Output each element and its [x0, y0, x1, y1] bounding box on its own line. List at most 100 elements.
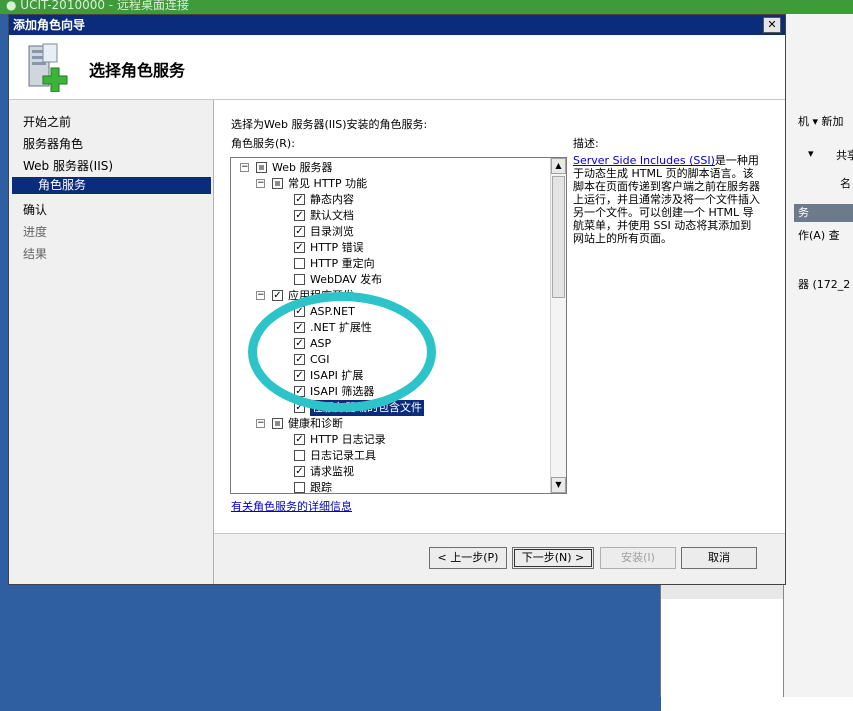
tree-checkbox[interactable] [294, 466, 305, 477]
tree-item-label: CGI [310, 353, 330, 366]
nav-item-before-you-begin[interactable]: 开始之前 [23, 113, 71, 130]
tree-checkbox[interactable] [294, 194, 305, 205]
ssi-link[interactable]: Server Side Includes (SSI) [573, 154, 715, 167]
tree-checkbox[interactable] [294, 338, 305, 349]
tree-row[interactable]: 默认文档 [231, 208, 549, 224]
add-roles-wizard: 添加角色向导 ✕ 选择角色服务 开始之前 服务器角色 Web 服务器(IIS) … [8, 14, 786, 585]
tree-checkbox[interactable] [272, 290, 283, 301]
tree-item-label: 常见 HTTP 功能 [288, 177, 368, 190]
tree-checkbox[interactable] [294, 402, 305, 413]
tree-item-label: 目录浏览 [310, 225, 354, 238]
tree-item-label: 在服务器端的包含文件 [310, 400, 424, 416]
bg-text-4: 名 [840, 177, 851, 190]
tree-checkbox[interactable] [256, 162, 267, 173]
tree-checkbox[interactable] [294, 354, 305, 365]
tree-checkbox[interactable] [294, 210, 305, 221]
tree-item-label: WebDAV 发布 [310, 273, 383, 286]
tree-row[interactable]: ASP [231, 336, 549, 352]
tree-row[interactable]: 请求监视 [231, 464, 549, 480]
scroll-thumb[interactable] [552, 176, 565, 298]
remote-desktop-titlebar: ● UCIT-2010000 - 远程桌面连接 [0, 0, 853, 14]
tree-checkbox[interactable] [294, 450, 305, 461]
tree-expander-icon[interactable]: − [256, 179, 265, 188]
bg-text-3: 共享 [836, 149, 853, 162]
tree-row[interactable]: − 常见 HTTP 功能 [231, 176, 549, 192]
server-roles-icon [28, 43, 68, 92]
tree-checkbox[interactable] [294, 306, 305, 317]
server-manager-side-panel: 机 ▾ 新加 ▾ 共享 名 务 作(A) 查 器 (172_2 [783, 14, 853, 697]
tree-item-label: 静态内容 [310, 193, 354, 206]
wizard-title: 添加角色向导 [13, 18, 86, 32]
tree-checkbox[interactable] [294, 370, 305, 381]
tree-item-label: 请求监视 [310, 465, 354, 478]
tree-row[interactable]: 静态内容 [231, 192, 549, 208]
nav-item-role-services[interactable]: 角色服务 [12, 177, 211, 194]
page-title: 选择角色服务 [89, 61, 186, 80]
nav-item-confirmation[interactable]: 确认 [23, 201, 47, 218]
bg-text-2: ▾ [808, 147, 814, 160]
bg-section-bar: 务 [794, 204, 853, 222]
tree-scrollbar[interactable]: ▲ ▼ [550, 158, 566, 493]
wizard-header: 选择角色服务 [9, 35, 785, 100]
tree-checkbox[interactable] [294, 242, 305, 253]
tree-row[interactable]: − 健康和诊断 [231, 416, 549, 432]
tree-item-label: ASP.NET [310, 305, 355, 318]
back-button[interactable]: < 上一步(P) [429, 547, 507, 569]
instruction-text: 选择为Web 服务器(IIS)安装的角色服务: [231, 118, 428, 131]
tree-row[interactable]: ISAPI 筛选器 [231, 384, 549, 400]
bg-text-6: 器 (172_2 [798, 278, 851, 291]
tree-row[interactable]: − 应用程序开发 [231, 288, 549, 304]
tree-row[interactable]: HTTP 重定向 [231, 256, 549, 272]
tree-checkbox[interactable] [294, 322, 305, 333]
tree-expander-icon[interactable]: − [256, 291, 265, 300]
tree-item-label: HTTP 重定向 [310, 257, 375, 270]
tree-checkbox[interactable] [272, 418, 283, 429]
tree-item-label: 跟踪 [310, 481, 332, 494]
tree-row[interactable]: HTTP 错误 [231, 240, 549, 256]
tree-row[interactable]: .NET 扩展性 [231, 320, 549, 336]
tree-item-label: .NET 扩展性 [310, 321, 372, 334]
tree-row[interactable]: ISAPI 扩展 [231, 368, 549, 384]
next-button[interactable]: 下一步(N) > [512, 547, 594, 569]
wizard-main: 选择为Web 服务器(IIS)安装的角色服务: 角色服务(R): − Web 服务… [214, 100, 785, 534]
nav-item-server-roles[interactable]: 服务器角色 [23, 135, 83, 152]
tree-row[interactable]: − Web 服务器 [231, 160, 549, 176]
cancel-button[interactable]: 取消 [681, 547, 757, 569]
remote-desktop-title: ● UCIT-2010000 - 远程桌面连接 [6, 0, 189, 12]
tree-checkbox[interactable] [294, 386, 305, 397]
tree-item-label: 健康和诊断 [288, 417, 343, 430]
role-services-tree[interactable]: −Web 服务器−常见 HTTP 功能静态内容默认文档目录浏览HTTP 错误HT… [230, 157, 567, 494]
scroll-up-button[interactable]: ▲ [551, 158, 566, 174]
nav-item-progress: 进度 [23, 225, 48, 239]
tree-expander-icon[interactable]: − [256, 419, 265, 428]
tree-checkbox[interactable] [294, 258, 305, 269]
nav-item-results: 结果 [23, 247, 48, 261]
description-text: Server Side Includes (SSI)是一种用于动态生成 HTML… [573, 154, 760, 245]
tree-checkbox[interactable] [272, 178, 283, 189]
tree-item-label: ISAPI 筛选器 [310, 385, 375, 398]
tree-row[interactable]: CGI [231, 352, 549, 368]
tree-checkbox[interactable] [294, 482, 305, 493]
tree-checkbox[interactable] [294, 434, 305, 445]
tree-row[interactable]: WebDAV 发布 [231, 272, 549, 288]
tree-row[interactable]: 跟踪 [231, 480, 549, 494]
tree-row[interactable]: 在服务器端的包含文件 [231, 400, 549, 416]
tree-item-label: 默认文档 [310, 209, 354, 222]
description-label: 描述: [573, 137, 599, 150]
tree-checkbox[interactable] [294, 226, 305, 237]
tree-item-label: Web 服务器 [272, 161, 333, 174]
tree-expander-icon[interactable]: − [240, 163, 249, 172]
tree-item-label: ASP [310, 337, 332, 350]
close-button[interactable]: ✕ [763, 17, 781, 33]
tree-item-label: HTTP 日志记录 [310, 433, 386, 446]
tree-checkbox[interactable] [294, 274, 305, 285]
tree-row[interactable]: 目录浏览 [231, 224, 549, 240]
wizard-nav: 开始之前 服务器角色 Web 服务器(IIS) 角色服务 确认 进度 结果 [9, 100, 214, 584]
tree-row[interactable]: 日志记录工具 [231, 448, 549, 464]
tree-row[interactable]: HTTP 日志记录 [231, 432, 549, 448]
scroll-down-button[interactable]: ▼ [551, 477, 566, 493]
nav-item-web-server[interactable]: Web 服务器(IIS) [23, 157, 113, 174]
install-button: 安装(I) [600, 547, 676, 569]
more-info-link[interactable]: 有关角色服务的详细信息 [231, 498, 352, 514]
tree-row[interactable]: ASP.NET [231, 304, 549, 320]
